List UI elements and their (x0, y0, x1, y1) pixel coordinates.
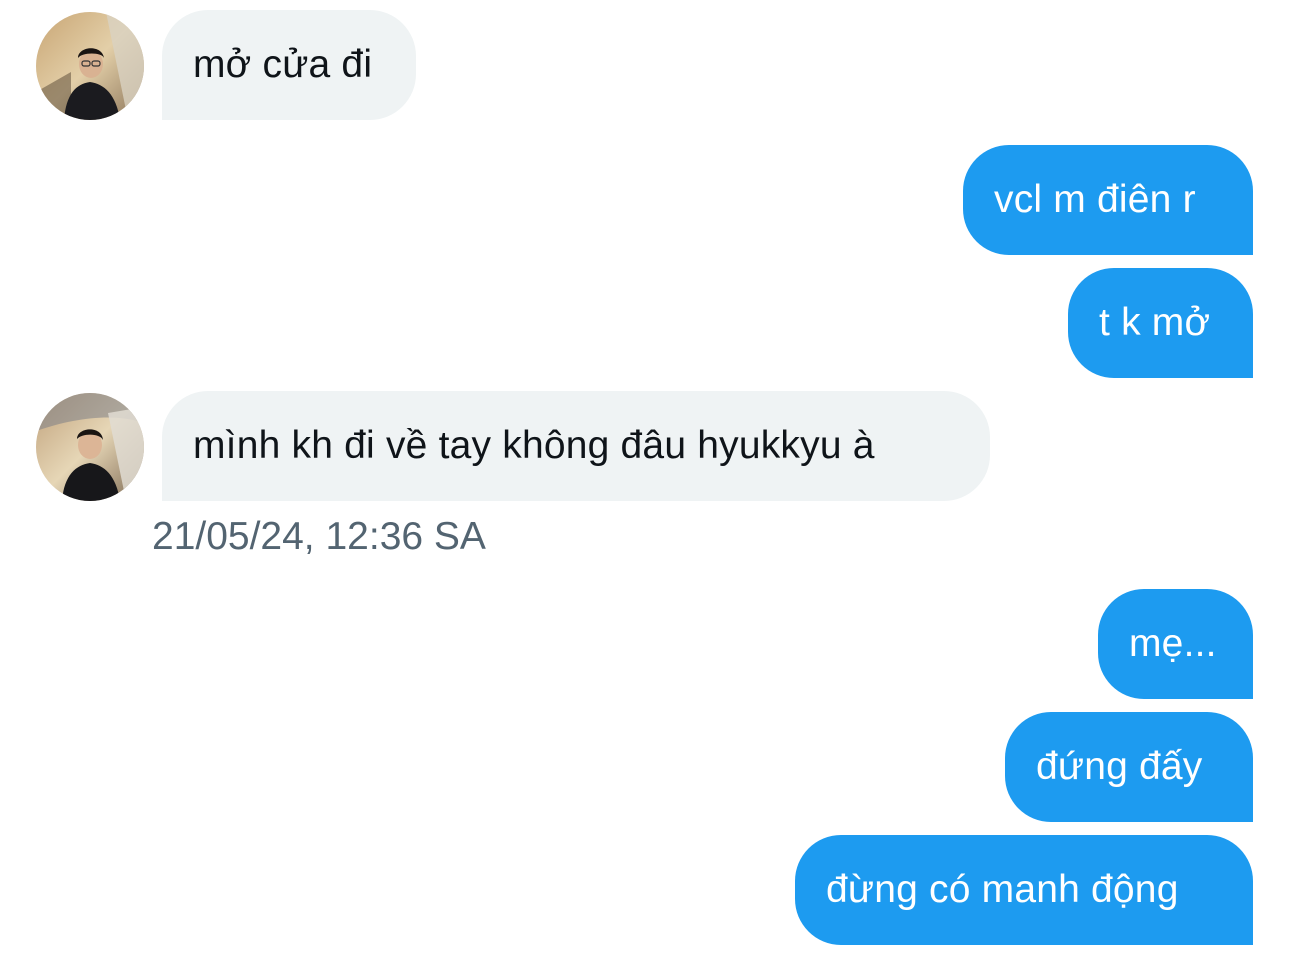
message-text: mình kh đi về tay không đâu hyukkyu à (193, 424, 875, 467)
contact-avatar[interactable] (36, 12, 144, 120)
message-bubble-incoming[interactable]: mình kh đi về tay không đâu hyukkyu à (162, 391, 990, 501)
message-text: đừng có manh động (826, 868, 1179, 911)
message-text: vcl m điên r (994, 178, 1196, 221)
message-bubble-outgoing[interactable]: t k mở (1068, 268, 1253, 378)
message-bubble-outgoing[interactable]: mẹ... (1098, 589, 1253, 699)
message-text: t k mở (1099, 301, 1211, 344)
message-timestamp: 21/05/24, 12:36 SA (152, 515, 486, 558)
contact-avatar[interactable] (36, 393, 144, 501)
message-text: mở cửa đi (193, 43, 373, 86)
message-bubble-outgoing[interactable]: đừng có manh động (795, 835, 1253, 945)
message-text: đứng đấy (1036, 745, 1203, 788)
message-bubble-incoming[interactable]: mở cửa đi (162, 10, 416, 120)
message-text: mẹ... (1129, 622, 1217, 665)
message-bubble-outgoing[interactable]: vcl m điên r (963, 145, 1253, 255)
message-bubble-outgoing[interactable]: đứng đấy (1005, 712, 1253, 822)
